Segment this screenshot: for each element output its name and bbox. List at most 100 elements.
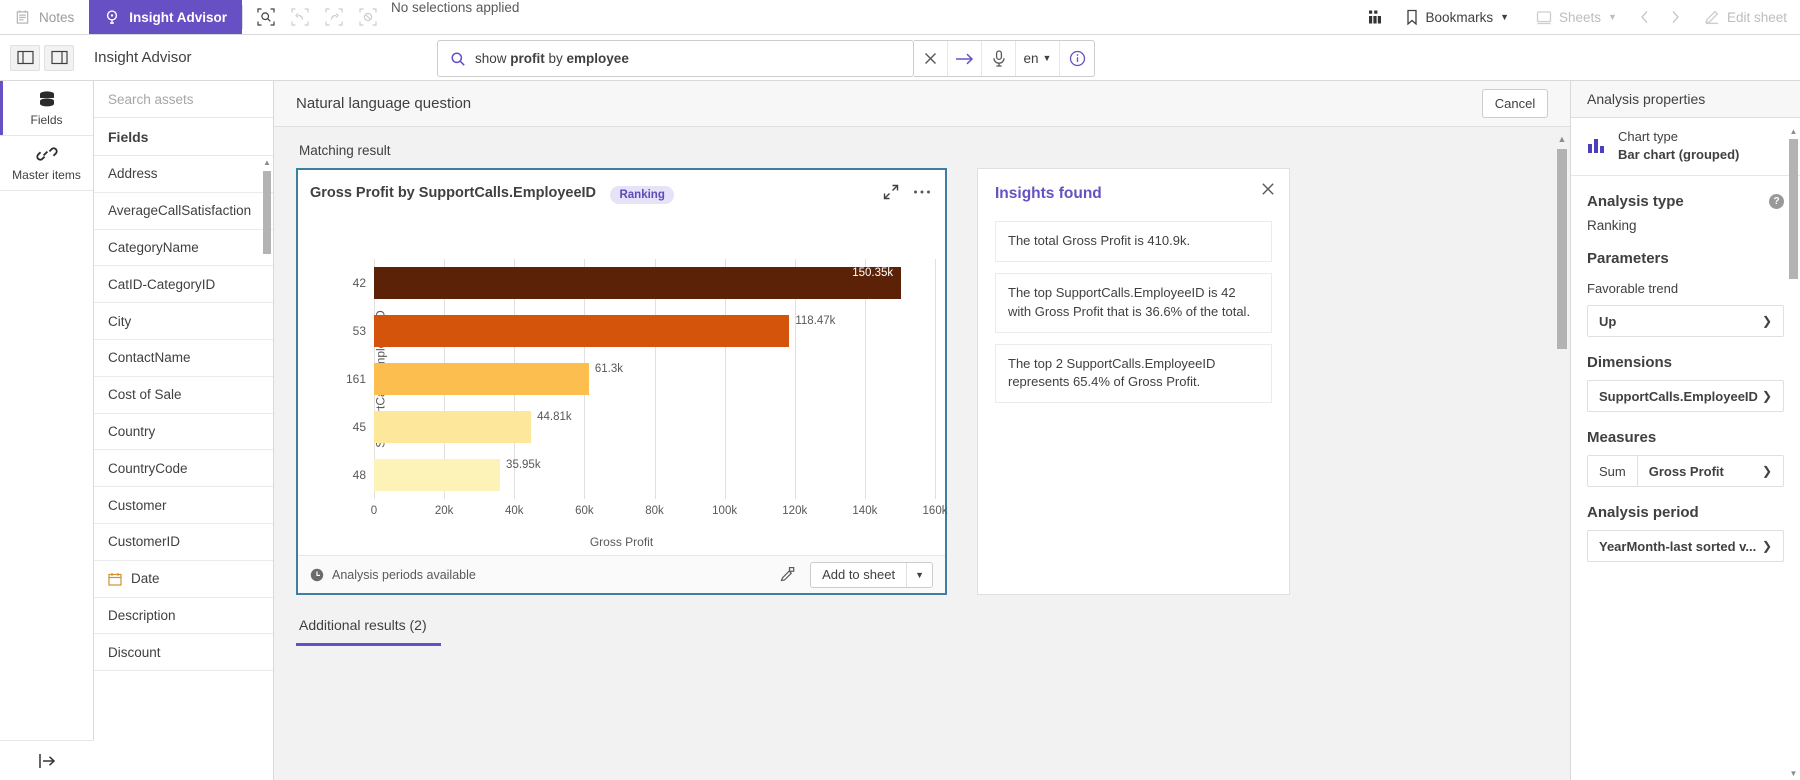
y-tick-label: 42 — [353, 276, 366, 290]
search-query-text: show profit by employee — [475, 51, 629, 66]
list-item[interactable]: Country — [94, 414, 273, 451]
edit-sheet-button: Edit sheet — [1691, 0, 1800, 35]
chevron-down-icon[interactable]: ▼ — [907, 570, 932, 580]
search-icon — [450, 51, 466, 67]
clear-search-button[interactable] — [914, 41, 948, 76]
help-icon[interactable]: ? — [1769, 194, 1784, 209]
list-item[interactable]: Customer — [94, 487, 273, 524]
field-label: City — [108, 314, 131, 329]
chart-card[interactable]: Gross Profit by SupportCalls.EmployeeID … — [296, 168, 947, 595]
clock-icon — [310, 568, 324, 582]
scrollbar-thumb[interactable] — [1557, 149, 1567, 349]
chart-type-row[interactable]: Chart type Bar chart (grouped) — [1571, 118, 1800, 176]
list-item[interactable]: CustomerID — [94, 524, 273, 561]
list-item[interactable]: Cost of Sale — [94, 377, 273, 414]
scroll-down-icon[interactable]: ▼ — [1789, 769, 1798, 778]
dimensions-section: Dimensions — [1587, 354, 1784, 371]
bar-row: 161 61.3k — [374, 355, 935, 403]
toggle-left-panel-button[interactable] — [10, 45, 40, 71]
edit-analysis-icon[interactable] — [778, 566, 796, 584]
list-item[interactable]: Address — [94, 156, 273, 193]
list-item[interactable]: CatID-CategoryID — [94, 266, 273, 303]
bar[interactable]: 44.81k — [374, 411, 531, 444]
chart-card-tools — [883, 184, 931, 200]
chevron-right-icon: ❯ — [1762, 539, 1772, 553]
expand-icon[interactable] — [883, 184, 899, 200]
sidebar-item-fields[interactable]: Fields — [0, 81, 93, 136]
more-options-icon[interactable] — [913, 189, 931, 195]
toggle-right-panel-button[interactable] — [44, 45, 74, 71]
nlq-header: Natural language question Cancel — [274, 81, 1570, 127]
field-label: Country — [108, 424, 155, 439]
bar-row: 42 150.35k — [374, 259, 935, 307]
results-area: Natural language question Cancel Matchin… — [274, 81, 1570, 780]
chart-type-label: Chart type — [1618, 128, 1739, 146]
search-action-group: en ▼ — [914, 40, 1095, 77]
list-item[interactable]: CategoryName — [94, 230, 273, 267]
sidebar-item-master-items[interactable]: Master items — [0, 136, 93, 191]
scrollbar-thumb[interactable] — [263, 171, 271, 254]
chevron-right-icon: ❯ — [1762, 464, 1783, 478]
voice-input-button[interactable] — [982, 41, 1016, 76]
x-tick-label: 160k — [923, 505, 948, 517]
nav-notes[interactable]: Notes — [0, 0, 89, 34]
results-scrollbar[interactable]: ▲ — [1557, 127, 1567, 780]
cancel-button[interactable]: Cancel — [1482, 89, 1548, 118]
analysis-period-selector[interactable]: YearMonth-last sorted v... ❯ — [1587, 530, 1784, 562]
analysis-period-value: YearMonth-last sorted v... — [1599, 539, 1756, 554]
scroll-up-icon[interactable]: ▲ — [263, 159, 271, 167]
bar-value-label: 44.81k — [537, 411, 572, 423]
sheet-grid-icon[interactable] — [1361, 2, 1391, 32]
list-item[interactable]: Discount — [94, 634, 273, 671]
list-item[interactable]: AverageCallSatisfaction — [94, 193, 273, 230]
language-selector[interactable]: en ▼ — [1016, 41, 1060, 76]
favorable-trend-selector[interactable]: Up ❯ — [1587, 305, 1784, 337]
add-to-sheet-button[interactable]: Add to sheet ▼ — [810, 562, 933, 588]
assets-scrollbar[interactable]: ▲ — [263, 161, 271, 758]
field-label: CatID-CategoryID — [108, 277, 215, 292]
search-assets-input[interactable]: Search assets — [94, 81, 273, 118]
x-tick-label: 100k — [712, 505, 737, 517]
selection-search-icon[interactable] — [251, 2, 281, 32]
info-button[interactable] — [1060, 41, 1094, 76]
list-item[interactable]: Description — [94, 598, 273, 635]
selection-tools — [243, 0, 383, 34]
measure-selector[interactable]: Sum Gross Profit ❯ — [1587, 455, 1784, 487]
bar[interactable]: 61.3k — [374, 363, 589, 396]
sheet-icon — [1536, 10, 1552, 25]
bar[interactable]: 118.47k — [374, 315, 789, 348]
result-row: Gross Profit by SupportCalls.EmployeeID … — [296, 168, 1548, 595]
database-icon — [36, 90, 58, 108]
close-icon[interactable] — [1261, 182, 1275, 196]
dimension-selector[interactable]: SupportCalls.EmployeeID ❯ — [1587, 380, 1784, 412]
next-sheet-icon — [1660, 2, 1690, 32]
bar[interactable]: 150.35k — [374, 267, 901, 300]
tab-additional-results[interactable]: Additional results (2) — [296, 617, 441, 646]
asset-rail: Fields Master items — [0, 81, 94, 780]
bar[interactable]: 35.95k — [374, 459, 500, 492]
scrollbar-thumb[interactable] — [1789, 139, 1798, 279]
bookmarks-button[interactable]: Bookmarks ▼ — [1392, 0, 1522, 35]
page-title: Insight Advisor — [90, 49, 192, 66]
nav-insight-advisor[interactable]: Insight Advisor — [89, 0, 242, 34]
search-input[interactable]: show profit by employee — [437, 40, 914, 77]
parameters-section: Parameters — [1587, 250, 1784, 267]
collapse-panel-button[interactable] — [0, 740, 94, 780]
list-item[interactable]: City — [94, 303, 273, 340]
query-term-profit: profit — [510, 51, 545, 66]
list-item[interactable]: ContactName — [94, 340, 273, 377]
field-label: Date — [131, 571, 160, 586]
clear-selections-icon — [353, 2, 383, 32]
x-axis-title: Gross Profit — [298, 535, 945, 549]
dimensions-label: Dimensions — [1587, 354, 1672, 371]
chart-type-text: Chart type Bar chart (grouped) — [1618, 128, 1739, 163]
scroll-up-icon[interactable]: ▲ — [1789, 127, 1798, 136]
chart-card-footer: Analysis periods available Add to sh — [298, 555, 945, 593]
properties-scrollbar[interactable]: ▲ ▼ — [1789, 125, 1798, 780]
list-item[interactable]: Date — [94, 561, 273, 598]
bar-value-label: 150.35k — [852, 267, 893, 279]
bar-series: 42 150.35k 53 118.47k — [374, 259, 935, 499]
submit-search-button[interactable] — [948, 41, 982, 76]
list-item[interactable]: CountryCode — [94, 450, 273, 487]
scroll-up-icon[interactable]: ▲ — [1557, 135, 1567, 144]
